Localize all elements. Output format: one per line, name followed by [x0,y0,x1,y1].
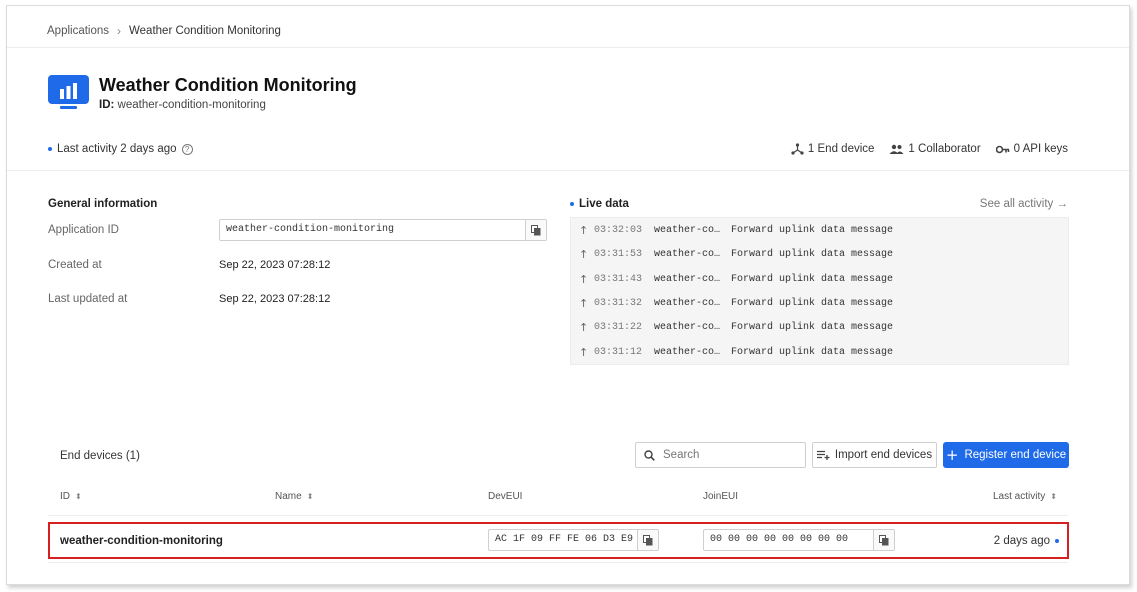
joineui-field[interactable]: 00 00 00 00 00 00 00 00 [703,529,895,551]
event-row[interactable]: ↑ 03:31:12 weather-co… Forward uplink da… [579,346,893,359]
event-row[interactable]: ↑ 03:31:22 weather-co… Forward uplink da… [579,321,893,334]
sort-icon: ⬍ [306,492,314,501]
import-list-icon [816,450,830,460]
deveui-field[interactable]: AC 1F 09 FF FE 06 D3 E9 [488,529,659,551]
event-row[interactable]: ↑ 03:31:32 weather-co… Forward uplink da… [579,297,893,310]
column-header-joineui: JoinEUI [703,491,739,502]
column-header-id[interactable]: ID ⬍ [60,491,82,502]
copy-icon[interactable] [637,530,658,550]
register-end-device-button[interactable]: + Register end device [943,442,1069,468]
last-updated-label: Last updated at [48,293,128,305]
uplink-arrow-icon: ↑ [579,297,589,310]
application-id-field[interactable]: weather-condition-monitoring [219,219,547,241]
last-activity: Last activity 2 days ago ? [48,143,193,155]
column-header-name[interactable]: Name ⬍ [275,491,313,502]
live-data-title: Live data [570,198,629,210]
sort-icon: ⬍ [75,492,82,501]
application-icon [48,75,89,111]
last-updated-value: Sep 22, 2023 07:28:12 [219,293,331,305]
event-row[interactable]: ↑ 03:32:03 weather-co… Forward uplink da… [579,224,893,237]
event-row[interactable]: ↑ 03:31:53 weather-co… Forward uplink da… [579,248,893,261]
key-icon [995,145,1009,153]
people-icon [889,144,904,154]
copy-icon[interactable] [873,530,894,550]
application-id-label: Application ID [48,224,119,236]
general-information-title: General information [48,198,158,210]
divider [48,562,1068,563]
end-devices-count[interactable]: 1 End device [791,143,874,155]
uplink-arrow-icon: ↑ [579,321,589,334]
help-icon[interactable]: ? [181,143,193,155]
chevron-right-icon: › [117,24,122,38]
plus-icon: + [945,446,959,464]
sort-icon: ⬍ [1050,492,1057,501]
devices-icon [791,143,804,155]
application-stats: 1 End device 1 Collaborator 0 API keys [791,143,1068,155]
search-input[interactable] [663,449,783,461]
collaborators-count[interactable]: 1 Collaborator [889,143,981,155]
search-box[interactable] [635,442,806,468]
breadcrumb-current[interactable]: Weather Condition Monitoring [129,25,281,37]
uplink-arrow-icon: ↑ [579,248,589,261]
import-end-devices-button[interactable]: Import end devices [812,442,937,468]
device-id-cell[interactable]: weather-condition-monitoring [60,535,223,547]
breadcrumb: Applications › Weather Condition Monitor… [47,24,281,38]
uplink-arrow-icon: ↑ [579,224,589,237]
see-all-activity-link[interactable]: See all activity → [980,198,1068,210]
divider [7,170,1129,171]
live-dot-icon [570,202,574,206]
event-row[interactable]: ↑ 03:31:43 weather-co… Forward uplink da… [579,273,893,286]
device-last-activity: 2 days ago [994,535,1059,547]
copy-icon[interactable] [525,220,546,240]
status-dot-icon [1055,539,1059,543]
breadcrumb-applications[interactable]: Applications [47,25,109,37]
uplink-arrow-icon: ↑ [579,273,589,286]
api-keys-count[interactable]: 0 API keys [995,143,1068,155]
uplink-arrow-icon: ↑ [579,346,589,359]
end-devices-title: End devices (1) [60,450,140,462]
divider [7,47,1129,48]
live-data-feed[interactable]: ↑ 03:32:03 weather-co… Forward uplink da… [570,217,1069,365]
created-at-label: Created at [48,259,102,271]
search-icon [644,449,655,461]
created-at-value: Sep 22, 2023 07:28:12 [219,259,331,271]
divider [48,515,1068,516]
application-id: ID: weather-condition-monitoring [99,99,266,111]
application-overview-panel: Applications › Weather Condition Monitor… [6,5,1130,585]
column-header-deveui: DevEUI [488,491,523,502]
column-header-last-activity[interactable]: Last activity ⬍ [993,491,1057,502]
page-title: Weather Condition Monitoring [99,75,357,95]
status-dot-icon [48,147,52,151]
